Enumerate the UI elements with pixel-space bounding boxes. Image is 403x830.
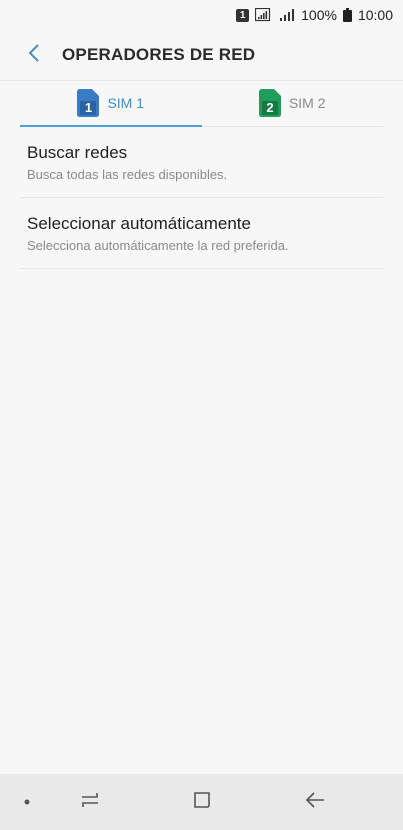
back-nav-button[interactable] <box>293 782 337 822</box>
item-subtitle: Selecciona automáticamente la red prefer… <box>27 238 289 253</box>
battery-icon <box>342 8 352 22</box>
list-item-seleccionar-automaticamente[interactable]: Seleccionar automáticamente Selecciona a… <box>20 198 383 269</box>
sim-number: 1 <box>84 100 93 115</box>
item-subtitle: Busca todas las redes disponibles. <box>27 167 228 182</box>
battery-percent: 100% <box>301 7 337 23</box>
tab-sim-1[interactable]: 1 SIM 1 <box>20 80 202 127</box>
sim-badge-icon: 1 <box>236 8 250 22</box>
list-item-buscar-redes[interactable]: Buscar redes Busca todas las redes dispo… <box>20 127 383 198</box>
dot-icon <box>23 793 31 811</box>
tab-label: SIM 1 <box>107 95 145 111</box>
signal-icon <box>255 8 273 22</box>
status-bar: 1 100% 10:00 <box>0 0 403 30</box>
sim-tabs: 1 SIM 1 2 SIM 2 <box>20 80 383 127</box>
sim-card-icon: 2 <box>258 89 281 117</box>
chevron-left-icon <box>27 43 41 68</box>
app-bar: OPERADORES DE RED <box>0 30 403 81</box>
page-title: OPERADORES DE RED <box>62 45 256 64</box>
dot-button[interactable] <box>5 782 49 822</box>
tab-sim-2[interactable]: 2 SIM 2 <box>202 80 384 126</box>
navigation-bar <box>0 774 403 830</box>
back-button[interactable] <box>14 35 54 75</box>
home-icon <box>192 790 212 815</box>
signal-strength-icon <box>279 8 295 22</box>
clock: 10:00 <box>357 7 393 23</box>
settings-list: Buscar redes Busca todas las redes dispo… <box>20 127 383 269</box>
sim-card-icon: 1 <box>77 89 100 117</box>
recents-button[interactable] <box>68 782 112 822</box>
recents-icon <box>80 791 100 814</box>
back-arrow-icon <box>304 791 326 814</box>
tab-label: SIM 2 <box>288 95 326 111</box>
home-button[interactable] <box>180 782 224 822</box>
item-title: Buscar redes <box>27 143 128 162</box>
item-title: Seleccionar automáticamente <box>27 214 251 233</box>
sim-number: 2 <box>266 100 274 115</box>
